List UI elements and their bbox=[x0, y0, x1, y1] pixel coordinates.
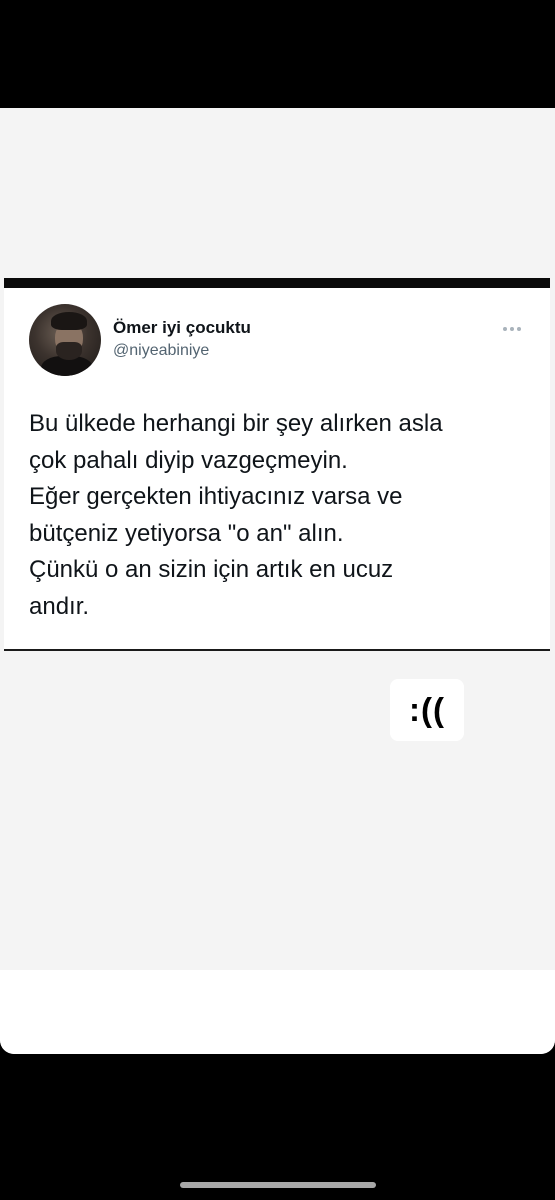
home-indicator[interactable] bbox=[180, 1182, 376, 1188]
tweet-screenshot: Ömer iyi çocuktu @niyeabiniye Bu ülkede … bbox=[4, 278, 550, 650]
tweet-text-line: Çünkü o an sizin için artık en ucuz bbox=[29, 556, 394, 583]
more-horizontal-icon[interactable] bbox=[500, 324, 524, 334]
tweet-text-line: Bu ülkede herhangi bir şey alırken asla bbox=[29, 410, 443, 437]
tweet-text-line: Eğer gerçekten ihtiyacınız varsa ve bbox=[29, 483, 403, 510]
tweet-handle[interactable]: @niyeabiniye bbox=[113, 342, 209, 360]
tweet-bottom-border bbox=[4, 649, 550, 651]
avatar[interactable] bbox=[29, 304, 101, 376]
tweet-text-line: bütçeniz yetiyorsa "o an" alın. bbox=[29, 519, 344, 547]
tweet-text: Bu ülkede herhangi bir şey alırken asla … bbox=[29, 406, 529, 625]
tweet-text-line: andır. bbox=[29, 592, 90, 620]
tweet-display-name[interactable]: Ömer iyi çocuktu bbox=[113, 318, 251, 338]
story-lower-panel bbox=[0, 970, 555, 1054]
tweet-text-line: çok pahalı diyip vazgeçmeyin. bbox=[29, 446, 348, 474]
story-card: Ömer iyi çocuktu @niyeabiniye Bu ülkede … bbox=[0, 108, 555, 1054]
top-black-bar bbox=[0, 0, 555, 108]
text-sticker[interactable]: :(( bbox=[390, 679, 464, 741]
